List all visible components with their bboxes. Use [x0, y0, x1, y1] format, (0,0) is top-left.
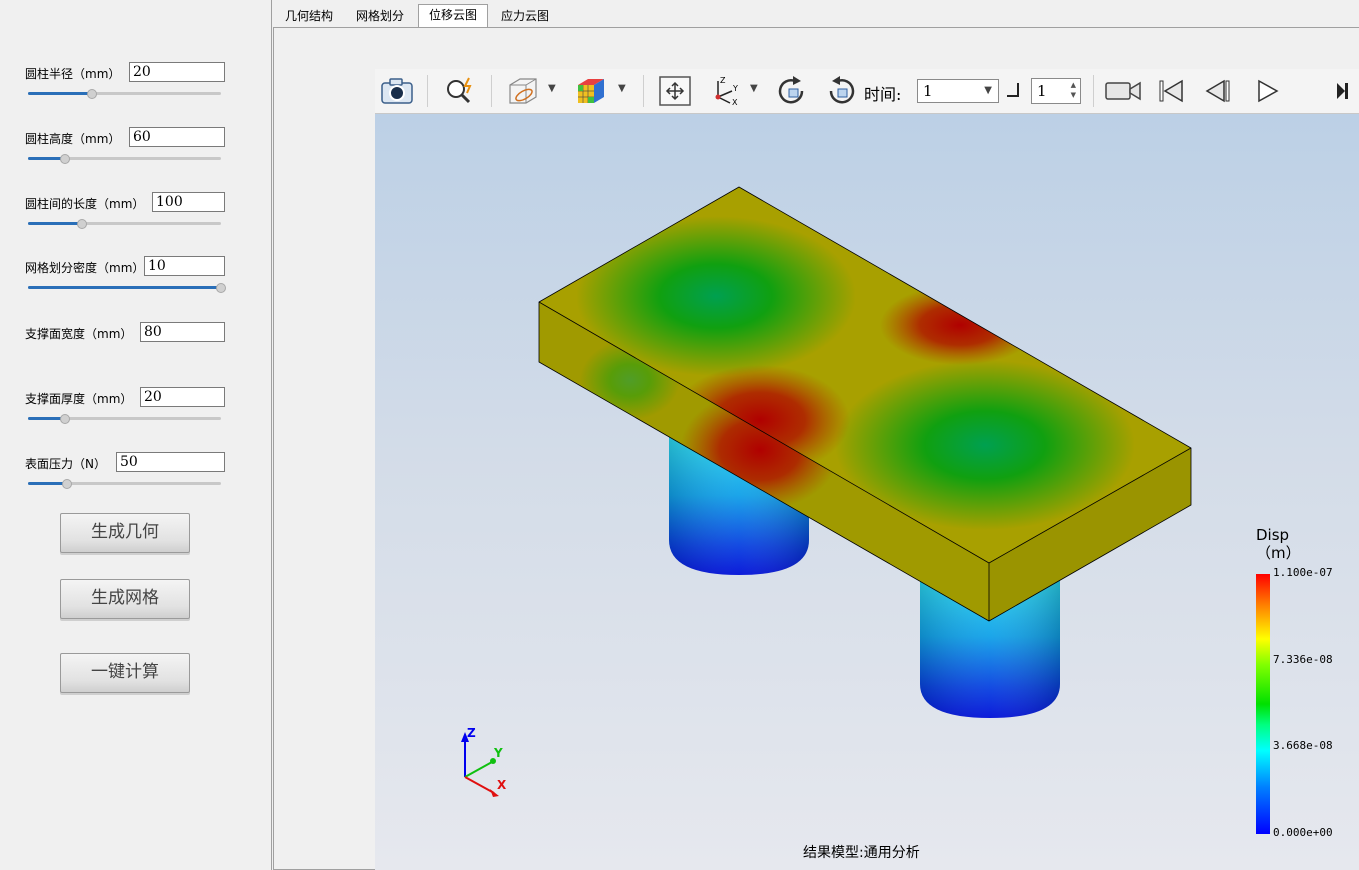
time-select-value: 1	[923, 82, 933, 100]
tab-displacement[interactable]: 位移云图	[418, 4, 488, 28]
param-label: 表面压力（N）	[25, 457, 106, 471]
parameter-panel: 圆柱半径（mm） 20 圆柱高度（mm） 60 圆柱间的长度（mm） 100 网…	[0, 0, 272, 870]
slider-fill	[28, 92, 92, 95]
cylinder-height-slider[interactable]	[28, 154, 221, 164]
support-thickness-slider[interactable]	[28, 414, 221, 424]
param-mesh-density: 网格划分密度（mm） 10	[25, 256, 226, 296]
legend-label: 3.668e-08	[1273, 739, 1333, 752]
legend-title-unit: （m）	[1256, 544, 1301, 562]
clip-plane-icon[interactable]	[503, 69, 543, 113]
slider-handle[interactable]	[60, 154, 70, 164]
tab-mesh[interactable]: 网格划分	[346, 6, 414, 28]
first-frame-icon[interactable]	[1151, 69, 1191, 113]
color-cube-icon[interactable]	[571, 69, 611, 113]
pick-query-icon[interactable]	[440, 69, 480, 113]
param-surface-pressure: 表面压力（N） 50	[25, 452, 225, 492]
fit-view-icon[interactable]	[655, 69, 695, 113]
tab-bar: 几何结构 网格划分 位移云图 应力云图	[274, 0, 1359, 28]
param-label: 圆柱高度（mm）	[25, 132, 121, 146]
axis-x-label: X	[497, 778, 507, 792]
axis-y-label: Y	[494, 746, 503, 760]
rotate-ccw-icon[interactable]	[821, 69, 861, 113]
one-click-compute-button[interactable]: 一键计算	[60, 653, 190, 693]
cylinder-spacing-input[interactable]: 100	[152, 192, 225, 212]
param-support-width: 支撑面宽度（mm） 80	[25, 322, 225, 362]
step-spinbox[interactable]: 1 ▲ ▼	[1031, 78, 1081, 104]
mesh-density-slider[interactable]	[28, 283, 226, 293]
tab-geometry[interactable]: 几何结构	[276, 6, 342, 28]
result-model-status: 结果模型:通用分析	[803, 845, 920, 861]
param-cylinder-height: 圆柱高度（mm） 60	[25, 127, 225, 167]
generate-geometry-button[interactable]: 生成几何	[60, 513, 190, 553]
slider-handle[interactable]	[60, 414, 70, 424]
chevron-down-icon[interactable]: ▼	[548, 83, 556, 94]
mesh-density-input[interactable]: 10	[144, 256, 225, 276]
cylinder-height-input[interactable]: 60	[129, 127, 225, 147]
param-label: 圆柱半径（mm）	[25, 67, 121, 81]
svg-text:Z: Z	[720, 76, 726, 85]
viewport-toolbar: ▼ ▼ ZYX ▼ 时间: 1 ▼ 1 ▲ ▼	[375, 69, 1359, 114]
param-cylinder-radius: 圆柱半径（mm） 20	[25, 62, 225, 102]
axis-z-label: Z	[467, 726, 476, 740]
param-label: 圆柱间的长度（mm）	[25, 197, 145, 211]
time-select[interactable]: 1 ▼	[917, 79, 999, 103]
param-label: 支撑面厚度（mm）	[25, 392, 133, 406]
svg-text:X: X	[732, 98, 738, 107]
legend-min-label: 0.000e+00	[1273, 826, 1333, 839]
cylinder-radius-slider[interactable]	[28, 89, 221, 99]
time-label: 时间:	[864, 85, 902, 104]
step-spinbox-value: 1	[1037, 82, 1047, 100]
svg-text:Y: Y	[732, 84, 738, 93]
chevron-down-icon[interactable]: ▼	[618, 83, 626, 94]
slider-handle[interactable]	[216, 283, 226, 293]
toolbar-overflow-icon[interactable]	[1327, 69, 1357, 113]
surface-pressure-slider[interactable]	[28, 479, 221, 489]
support-width-input[interactable]: 80	[140, 322, 225, 342]
app-window: 圆柱半径（mm） 20 圆柱高度（mm） 60 圆柱间的长度（mm） 100 网…	[0, 0, 1359, 870]
param-label: 网格划分密度（mm）	[25, 261, 145, 275]
legend-label: 7.336e-08	[1273, 653, 1333, 666]
slider-handle[interactable]	[77, 219, 87, 229]
axis-orientation-icon[interactable]: ZYX	[705, 69, 745, 113]
step-icon	[1007, 83, 1019, 97]
param-support-thickness: 支撑面厚度（mm） 20	[25, 387, 225, 427]
chevron-down-icon[interactable]: ▼	[750, 83, 758, 94]
model-render	[461, 186, 1192, 797]
cylinder-spacing-slider[interactable]	[28, 219, 221, 229]
previous-frame-icon[interactable]	[1199, 69, 1239, 113]
axis-triad	[461, 732, 499, 797]
record-video-icon[interactable]	[1103, 69, 1143, 113]
slider-handle[interactable]	[62, 479, 72, 489]
support-thickness-input[interactable]: 20	[140, 387, 225, 407]
3d-viewport[interactable]: Z Y X	[375, 113, 1359, 870]
camera-icon[interactable]	[377, 69, 417, 113]
tab-stress[interactable]: 应力云图	[490, 6, 560, 28]
spin-arrows-icon[interactable]: ▲ ▼	[1071, 80, 1076, 100]
cylinder-radius-input[interactable]: 20	[129, 62, 225, 82]
slider-fill	[28, 286, 221, 289]
param-cylinder-spacing: 圆柱间的长度（mm） 100	[25, 192, 225, 232]
slider-fill	[28, 222, 82, 225]
play-icon[interactable]	[1248, 69, 1288, 113]
chevron-down-icon: ▼	[984, 85, 992, 96]
surface-pressure-input[interactable]: 50	[116, 452, 225, 472]
generate-mesh-button[interactable]: 生成网格	[60, 579, 190, 619]
legend-color-bar	[1256, 574, 1270, 834]
legend-title: Disp （m）	[1256, 526, 1301, 562]
slider-handle[interactable]	[87, 89, 97, 99]
param-label: 支撑面宽度（mm）	[25, 327, 133, 341]
rotate-cw-icon[interactable]	[772, 69, 812, 113]
legend-max-label: 1.100e-07	[1273, 566, 1333, 579]
legend-title-quantity: Disp	[1256, 526, 1290, 544]
